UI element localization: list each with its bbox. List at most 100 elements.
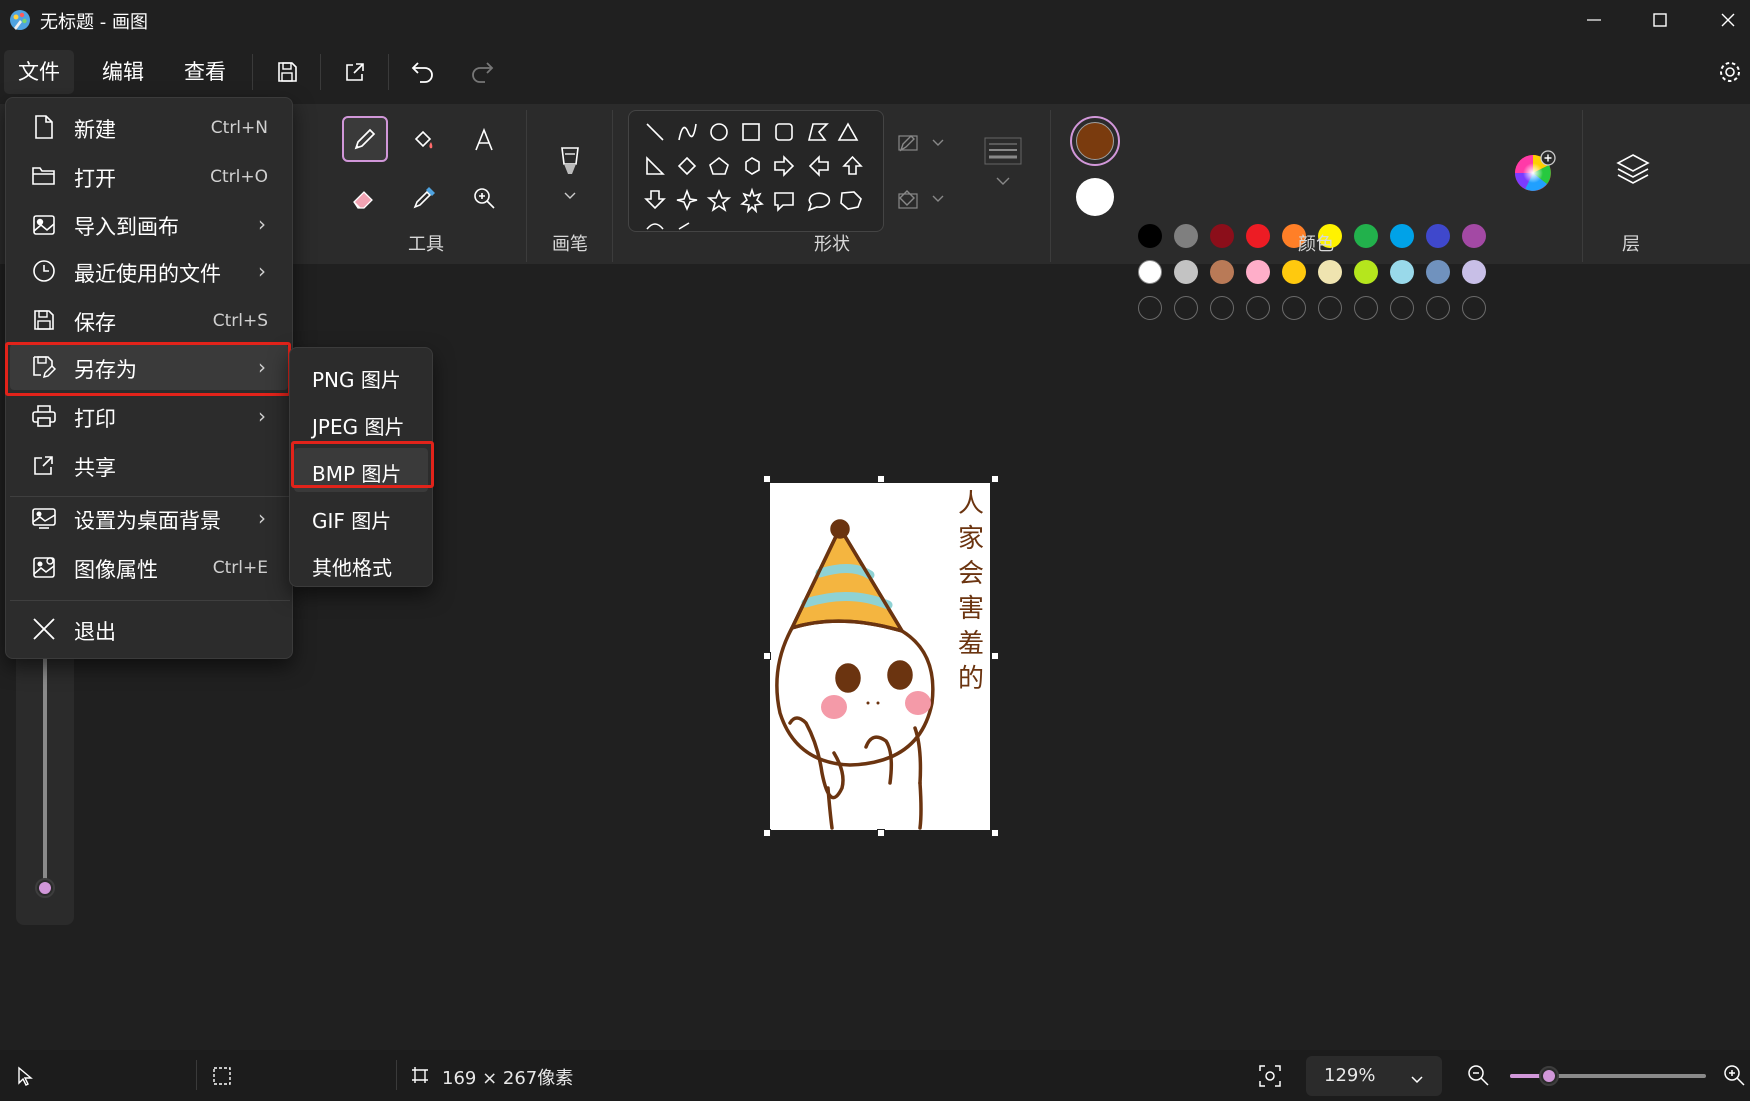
menu-item-share[interactable]: 共享: [10, 442, 288, 488]
zoom-slider[interactable]: [1510, 1066, 1706, 1086]
menu-item-set-as-wallpaper[interactable]: 设置为桌面背景 ›: [10, 495, 288, 541]
menu-item-exit[interactable]: 退出: [10, 606, 288, 652]
canvas-image[interactable]: 人家会害羞的: [770, 483, 990, 830]
resize-handle-top[interactable]: [877, 475, 885, 483]
submenu-item-gif[interactable]: GIF 图片: [294, 495, 428, 539]
resize-handle-left[interactable]: [763, 652, 771, 660]
bmp-highlight-box: [291, 441, 434, 488]
menu-item-new[interactable]: 新建 Ctrl+N: [10, 104, 288, 150]
color-swatch[interactable]: [1138, 224, 1162, 248]
paint-app-icon: [8, 8, 32, 32]
menu-item-save[interactable]: 保存 Ctrl+S: [10, 297, 288, 343]
settings-gear-icon[interactable]: [1714, 56, 1746, 88]
color-picker-tool[interactable]: [402, 176, 446, 220]
undo-icon[interactable]: [407, 56, 439, 88]
color-swatch[interactable]: [1390, 260, 1414, 284]
minimize-button[interactable]: [1566, 0, 1622, 40]
primary-color-button[interactable]: [1070, 116, 1120, 166]
resize-handle-top-right[interactable]: [991, 475, 999, 483]
fill-bucket-tool[interactable]: [402, 118, 446, 162]
color-swatch[interactable]: [1390, 224, 1414, 248]
custom-color-slot[interactable]: [1138, 296, 1162, 320]
color-swatch[interactable]: [1354, 224, 1378, 248]
resize-handle-bottom[interactable]: [877, 829, 885, 837]
menu-separator: [10, 600, 290, 601]
color-swatch[interactable]: [1174, 224, 1198, 248]
resize-handle-right[interactable]: [991, 652, 999, 660]
menu-edit[interactable]: 编辑: [88, 50, 158, 94]
menu-file[interactable]: 文件: [4, 50, 74, 94]
statusbar-divider: [196, 1060, 197, 1090]
color-swatch[interactable]: [1282, 260, 1306, 284]
color-swatch[interactable]: [1138, 260, 1162, 284]
submenu-label: PNG 图片: [312, 368, 401, 392]
stroke-size-icon[interactable]: [980, 132, 1026, 192]
zoom-out-icon[interactable]: [1466, 1063, 1490, 1091]
menu-item-import-to-canvas[interactable]: 导入到画布 ›: [10, 201, 288, 247]
custom-color-slot[interactable]: [1246, 296, 1270, 320]
color-swatch[interactable]: [1174, 260, 1198, 284]
menu-view[interactable]: 查看: [170, 50, 240, 94]
shapes-gallery-icons[interactable]: [629, 111, 884, 232]
fit-to-window-icon[interactable]: [1258, 1064, 1282, 1092]
brush-dropdown-chevron-icon[interactable]: [558, 184, 582, 208]
color-swatch[interactable]: [1210, 224, 1234, 248]
share-icon[interactable]: [339, 56, 371, 88]
color-swatch[interactable]: [1318, 260, 1342, 284]
menu-item-print[interactable]: 打印 ›: [10, 393, 288, 439]
canvas-size-text: 169 × 267像素: [442, 1068, 574, 1089]
artwork-character: 家: [957, 524, 984, 554]
custom-color-slot[interactable]: [1390, 296, 1414, 320]
menu-item-image-properties[interactable]: 图像属性 Ctrl+E: [10, 544, 288, 590]
submenu-item-other-formats[interactable]: 其他格式: [294, 542, 428, 586]
color-swatch[interactable]: [1246, 260, 1270, 284]
color-swatch[interactable]: [1462, 224, 1486, 248]
custom-color-slot[interactable]: [1354, 296, 1378, 320]
pencil-tool[interactable]: [342, 116, 388, 162]
layers-icon[interactable]: [1608, 144, 1658, 194]
custom-color-slot[interactable]: [1426, 296, 1450, 320]
ribbon-divider: [526, 110, 527, 262]
save-icon: [30, 306, 58, 334]
resize-handle-bottom-left[interactable]: [763, 829, 771, 837]
secondary-color-button[interactable]: [1074, 176, 1116, 218]
color-swatch[interactable]: [1462, 260, 1486, 284]
submenu-item-png[interactable]: PNG 图片: [294, 354, 428, 398]
custom-color-slot[interactable]: [1318, 296, 1342, 320]
close-window-button[interactable]: [1706, 0, 1750, 40]
brush-size-track[interactable]: [43, 620, 47, 885]
shape-outline-icon[interactable]: [896, 120, 946, 164]
custom-color-slot[interactable]: [1174, 296, 1198, 320]
menu-item-open[interactable]: 打开 Ctrl+O: [10, 153, 288, 199]
redo-icon[interactable]: [466, 56, 498, 88]
color-swatch[interactable]: [1246, 224, 1270, 248]
tools-group-label: 工具: [408, 234, 444, 255]
zoom-level-dropdown[interactable]: 129%: [1306, 1056, 1442, 1096]
text-tool[interactable]: [462, 118, 506, 162]
menubar-divider: [388, 54, 389, 90]
shape-fill-icon[interactable]: [896, 176, 946, 220]
custom-color-slot[interactable]: [1462, 296, 1486, 320]
menu-item-recent-files[interactable]: 最近使用的文件 ›: [10, 248, 288, 294]
eraser-tool[interactable]: [342, 176, 386, 220]
zoom-slider-thumb[interactable]: [1539, 1066, 1560, 1086]
submenu-item-jpeg[interactable]: JPEG 图片: [294, 401, 428, 445]
resize-handle-bottom-right[interactable]: [991, 829, 999, 837]
resize-handle-top-left[interactable]: [763, 475, 771, 483]
color-swatch[interactable]: [1426, 260, 1450, 284]
save-icon[interactable]: [271, 56, 303, 88]
custom-color-slot[interactable]: [1210, 296, 1234, 320]
brush-size-thumb[interactable]: [35, 878, 55, 898]
magnifier-tool[interactable]: [462, 176, 506, 220]
color-swatch[interactable]: [1210, 260, 1234, 284]
secondary-color-swatch: [1076, 178, 1114, 216]
maximize-button[interactable]: [1632, 0, 1688, 40]
custom-color-slot[interactable]: [1282, 296, 1306, 320]
zoom-level-text: 129%: [1324, 1065, 1376, 1086]
zoom-in-icon[interactable]: [1722, 1063, 1746, 1091]
menu-label: 导入到画布: [74, 215, 179, 239]
edit-colors-wheel-icon[interactable]: [1510, 146, 1560, 196]
color-swatch[interactable]: [1426, 224, 1450, 248]
menu-shortcut: Ctrl+E: [212, 558, 268, 578]
color-swatch[interactable]: [1354, 260, 1378, 284]
